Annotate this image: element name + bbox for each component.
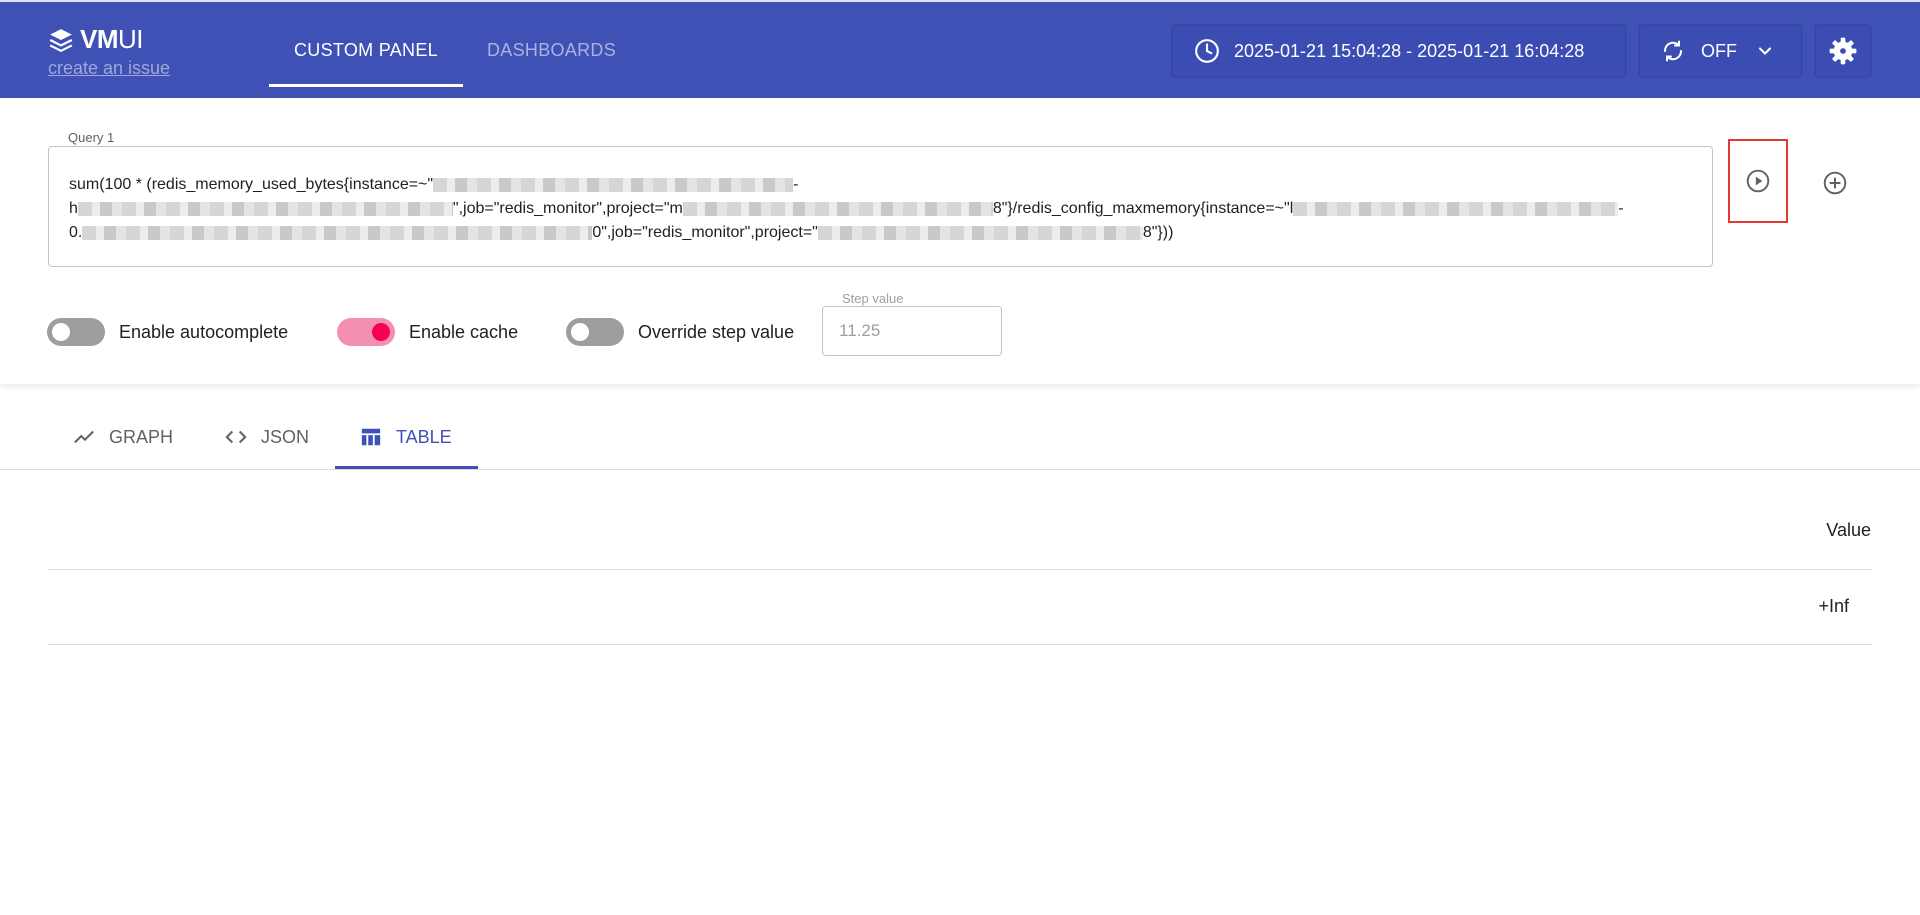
table-icon [361,428,381,446]
chevron-down-icon [1758,47,1772,55]
vmui-logo[interactable]: VMUI [48,24,144,55]
query-label: Query 1 [62,130,121,145]
table-cell-value: +Inf [1818,596,1849,616]
redacted-text [82,225,593,240]
auto-refresh-button[interactable]: OFF [1638,24,1803,78]
override-step-toggle[interactable] [566,318,624,346]
step-value-label: Step value [836,291,910,306]
logo-text: VMUI [80,24,144,54]
redacted-text [433,177,794,192]
cache-toggle[interactable] [337,318,395,346]
query-text: sum(100 * (redis_memory_used_bytes{insta… [69,176,1624,241]
code-icon [225,430,247,444]
redacted-text [682,201,993,216]
tab-dashboards[interactable]: DASHBOARDS [487,40,616,61]
redacted-text [77,201,453,216]
layers-icon [49,28,73,52]
redacted-text [817,225,1143,240]
gear-icon [1829,37,1857,65]
tab-json[interactable]: JSON [225,426,309,448]
override-step-label: Override step value [638,322,795,342]
query-panel: sum(100 * (redis_memory_used_bytes{insta… [0,98,1920,384]
tab-graph[interactable]: GRAPH [73,426,173,448]
step-value-placeholder: 11.25 [839,321,881,340]
refresh-icon [1663,40,1683,62]
tab-custom-panel[interactable]: CUSTOM PANEL [294,40,438,61]
app-header: VMUI create an issue CUSTOM PANEL DASHBO… [0,0,1920,98]
table-header-divider [48,569,1872,570]
time-range-button[interactable]: 2025-01-21 15:04:28 - 2025-01-21 16:04:2… [1171,24,1627,78]
settings-button[interactable] [1814,24,1872,78]
add-query-button[interactable] [1820,168,1850,198]
autocomplete-toggle[interactable] [47,318,105,346]
line-chart-icon [74,430,94,444]
time-range-text: 2025-01-21 15:04:28 - 2025-01-21 16:04:2… [1234,40,1585,61]
query-input[interactable]: sum(100 * (redis_memory_used_bytes{insta… [48,146,1713,267]
autocomplete-label: Enable autocomplete [119,322,289,342]
refresh-status: OFF [1701,40,1737,61]
tab-table[interactable]: TABLE [360,426,452,448]
redacted-text [1293,201,1619,216]
table-header-value[interactable]: Value [1826,520,1871,541]
active-tab-indicator [269,84,463,87]
create-issue-link[interactable]: create an issue [48,58,170,79]
tabs-divider [0,469,1920,470]
cache-label: Enable cache [409,322,519,342]
clock-icon [1195,39,1219,63]
step-value-input[interactable]: 11.25 [822,306,1002,356]
play-circle-icon [1746,169,1770,193]
add-circle-icon [1823,171,1847,195]
execute-query-button[interactable] [1728,139,1788,223]
active-view-tab-indicator [335,466,478,469]
table-row-divider [48,644,1872,645]
